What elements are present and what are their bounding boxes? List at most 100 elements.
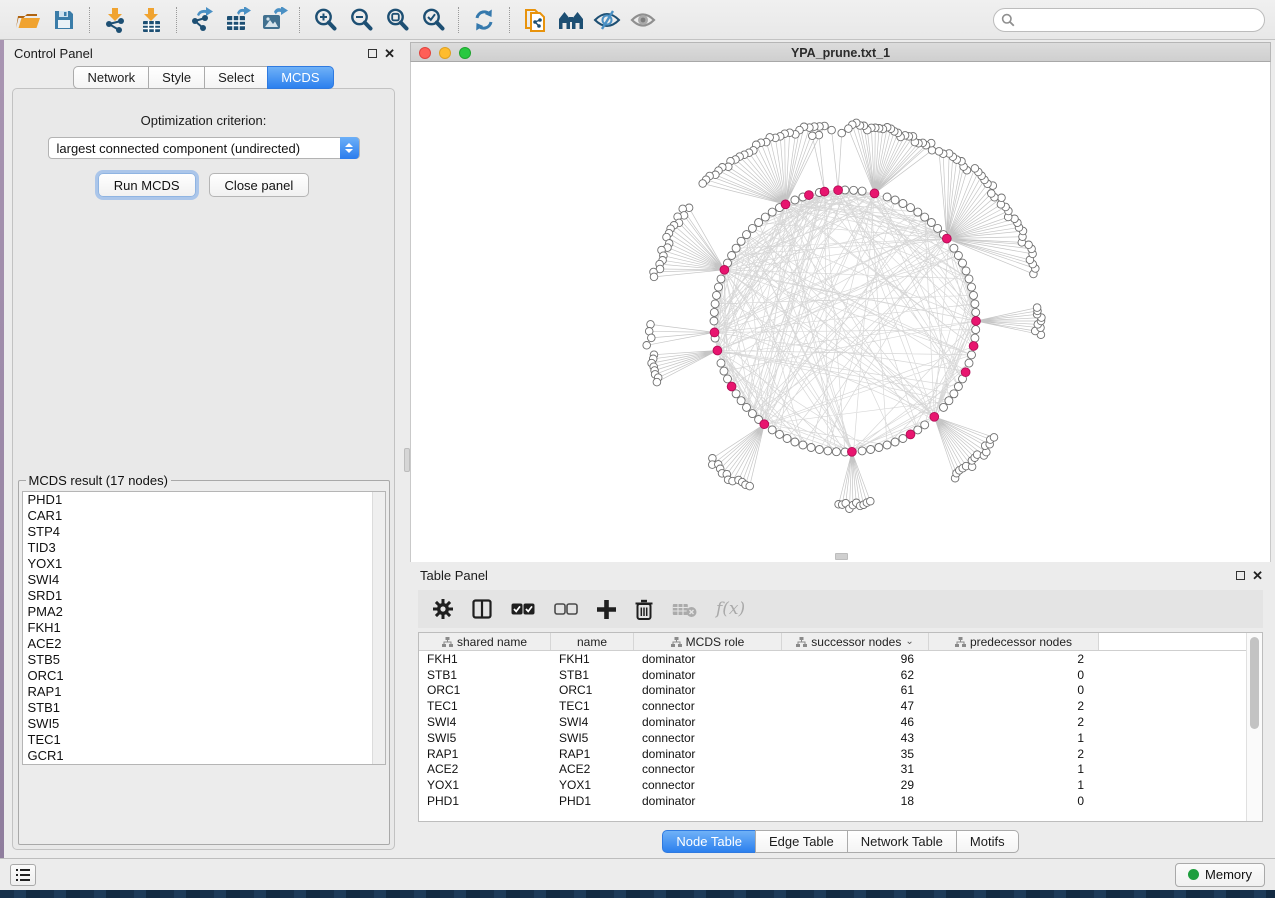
node-table[interactable]: shared namenameMCDS rolesuccessor nodes⌄… [418,632,1263,822]
table-row[interactable]: STB1STB1dominator620 [419,667,1262,683]
table-row[interactable]: PHD1PHD1dominator180 [419,793,1262,809]
mcds-result-item[interactable]: CAR1 [23,508,385,524]
mcds-result-item[interactable]: PMA2 [23,604,385,620]
gear-icon[interactable] [433,599,453,619]
import-network-button[interactable] [97,4,133,36]
table-row[interactable]: SWI5SWI5connector431 [419,730,1262,746]
refresh-icon [472,8,496,32]
zoom-out-button[interactable] [343,4,379,36]
binoculars-button[interactable] [553,4,589,36]
import-table-button[interactable] [133,4,169,36]
mcds-result-item[interactable]: ORC1 [23,668,385,684]
table-scrollbar-thumb[interactable] [1250,637,1259,729]
criterion-dropdown[interactable]: largest connected component (undirected) [48,137,360,159]
table-row[interactable]: RAP1RAP1dominator352 [419,746,1262,762]
column-header-successor-nodes[interactable]: successor nodes⌄ [782,633,929,650]
cell: SWI4 [551,715,634,729]
table-tabs: Node TableEdge TableNetwork TableMotifs [410,830,1271,853]
table-panel-title: Table Panel [420,568,488,583]
delete-table-icon[interactable] [672,601,697,618]
export-network-button[interactable] [184,4,220,36]
mcds-result-item[interactable]: PHD1 [23,492,385,508]
export-table-button[interactable] [220,4,256,36]
mcds-result-item[interactable]: STP4 [23,524,385,540]
network-window-titlebar[interactable]: YPA_prune.txt_1 [410,42,1271,62]
export-image-icon [261,7,288,33]
clone-network-button[interactable] [517,4,553,36]
column-header-name[interactable]: name [551,633,634,650]
zoom-fit-button[interactable] [379,4,415,36]
mcds-result-item[interactable]: SRD1 [23,588,385,604]
close-panel-icon[interactable]: ✕ [1252,569,1263,582]
column-view-icon[interactable] [472,599,492,619]
save-session-button[interactable] [46,4,82,36]
table-row[interactable]: SWI4SWI4dominator462 [419,714,1262,730]
node-table-header: shared namenameMCDS rolesuccessor nodes⌄… [419,633,1262,651]
table-scrollbar[interactable] [1246,633,1262,821]
close-panel-button[interactable]: Close panel [209,173,310,197]
tab-style[interactable]: Style [148,66,204,89]
refresh-button[interactable] [466,4,502,36]
column-header-shared-name[interactable]: shared name [419,633,551,650]
close-panel-icon[interactable]: ✕ [384,47,395,60]
vertical-splitter[interactable] [403,40,410,858]
mcds-result-list[interactable]: PHD1CAR1STP4TID3YOX1SWI4SRD1PMA2FKH1ACE2… [22,491,386,765]
horizontal-splitter-handle[interactable] [835,553,848,560]
network-canvas[interactable] [410,62,1271,562]
select-all-checkboxes-icon[interactable] [511,602,535,616]
mcds-result-item[interactable]: TEC1 [23,732,385,748]
search-input[interactable] [993,8,1265,32]
binoculars-icon [557,9,585,31]
mcds-result-item[interactable]: SWI4 [23,572,385,588]
export-image-button[interactable] [256,4,292,36]
control-panel-title: Control Panel [14,46,93,61]
table-row[interactable]: TEC1TEC1connector472 [419,698,1262,714]
show-details-button[interactable] [625,4,661,36]
memory-button[interactable]: Memory [1175,863,1265,887]
tab-select[interactable]: Select [204,66,267,89]
memory-status-icon [1188,869,1199,880]
run-mcds-button[interactable]: Run MCDS [98,173,196,197]
trash-icon[interactable] [635,599,653,620]
vertical-splitter-handle[interactable] [404,448,410,472]
tab-node-table[interactable]: Node Table [662,830,755,853]
float-panel-icon[interactable] [1236,571,1245,580]
table-row[interactable]: YOX1YOX1connector291 [419,777,1262,793]
mcds-result-item[interactable]: TID3 [23,540,385,556]
mcds-result-item[interactable]: STB1 [23,700,385,716]
mcds-list-scrollbar[interactable] [372,492,385,764]
hide-details-button[interactable] [589,4,625,36]
zoom-in-button[interactable] [307,4,343,36]
function-builder-icon[interactable]: f(x) [716,599,745,619]
mcds-result-item[interactable]: RAP1 [23,684,385,700]
tab-edge-table[interactable]: Edge Table [755,830,847,853]
column-header-predecessor-nodes[interactable]: predecessor nodes [929,633,1099,650]
open-file-button[interactable] [10,4,46,36]
table-row[interactable]: FKH1FKH1dominator962 [419,651,1262,667]
task-history-button[interactable] [10,864,36,886]
mcds-result-item[interactable]: SWI5 [23,716,385,732]
column-header-MCDS-role[interactable]: MCDS role [634,633,782,650]
tab-network-table[interactable]: Network Table [847,830,956,853]
network-graph[interactable] [411,62,1270,562]
deselect-all-checkboxes-icon[interactable] [554,602,578,616]
tab-motifs[interactable]: Motifs [956,830,1019,853]
mcds-result-item[interactable]: ACE2 [23,636,385,652]
float-panel-icon[interactable] [368,49,377,58]
cell: 0 [929,794,1099,808]
right-column: YPA_prune.txt_1 Table Panel ✕ [410,40,1275,858]
table-row[interactable]: ACE2ACE2connector311 [419,762,1262,778]
cell: 29 [782,778,929,792]
add-column-icon[interactable] [597,600,616,619]
table-row[interactable]: ORC1ORC1dominator610 [419,683,1262,699]
mcds-result-item[interactable]: FKH1 [23,620,385,636]
mcds-tab-page: Optimization criterion: largest connecte… [12,88,395,850]
cell: ACE2 [419,762,551,776]
tab-network[interactable]: Network [73,66,148,89]
tab-mcds[interactable]: MCDS [267,66,333,89]
mcds-result-item[interactable]: GCR1 [23,748,385,764]
mcds-result-item[interactable]: YOX1 [23,556,385,572]
zoom-selected-button[interactable] [415,4,451,36]
mcds-result-item[interactable]: STB5 [23,652,385,668]
eye-icon [629,9,657,31]
